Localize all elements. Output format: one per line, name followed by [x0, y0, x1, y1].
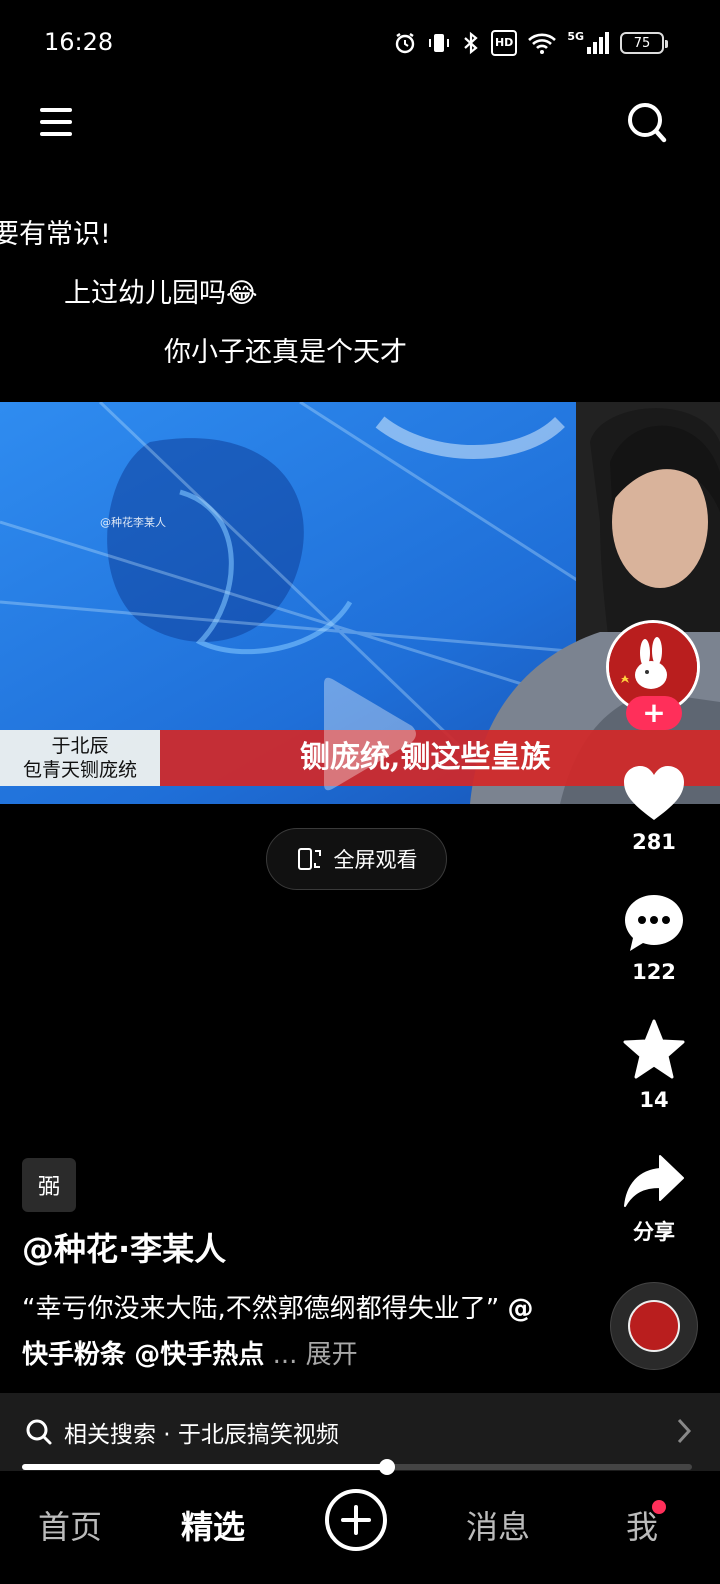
- music-cover-icon: [628, 1300, 680, 1352]
- description-text: “幸亏你没来大陆,不然郭德纲都得失业了”: [22, 1294, 500, 1324]
- caption-line: 包青天铡庞统: [22, 759, 137, 781]
- related-search-bar[interactable]: 相关搜索 · 于北辰搞笑视频: [0, 1393, 720, 1471]
- nav-home[interactable]: 首页: [38, 1502, 102, 1548]
- star-icon: [623, 1019, 685, 1079]
- mention-link[interactable]: @快手热点: [134, 1340, 264, 1370]
- chevron-right-icon: [677, 1418, 692, 1444]
- progress-fill: [22, 1464, 388, 1470]
- favorite-count: 14: [639, 1088, 669, 1112]
- search-icon: [26, 1419, 52, 1445]
- follow-button[interactable]: +: [626, 696, 682, 730]
- bluetooth-icon: [461, 30, 481, 56]
- hd-badge: HD: [490, 30, 518, 56]
- status-icons: HD 5G 75: [393, 30, 668, 56]
- like-button[interactable]: 281: [614, 764, 694, 854]
- alarm-icon: [393, 30, 417, 56]
- comment-icon: [625, 895, 683, 951]
- progress-knob[interactable]: [379, 1459, 396, 1475]
- menu-button[interactable]: [38, 104, 76, 140]
- video-watermark: @种花李某人: [100, 516, 166, 529]
- comment-button[interactable]: 122: [614, 892, 694, 984]
- playback-progress[interactable]: [22, 1459, 692, 1475]
- ellipsis: ...: [272, 1340, 298, 1370]
- video-caption-name: 于北辰 包青天铡庞统: [0, 730, 160, 786]
- signal-icon: 5G: [567, 30, 610, 56]
- search-button[interactable]: [626, 100, 668, 144]
- danmaku-comment: 要有常识!: [0, 219, 111, 250]
- heart-icon: [624, 766, 684, 820]
- vibrate-icon: [427, 30, 451, 56]
- network-type-label: 5G: [567, 30, 584, 43]
- plus-icon: [341, 1505, 371, 1535]
- expand-link[interactable]: 展开: [306, 1340, 358, 1370]
- like-count: 281: [632, 830, 676, 854]
- bottom-nav: 首页 精选 消息 我: [0, 1480, 720, 1584]
- nav-messages[interactable]: 消息: [466, 1502, 530, 1548]
- tag-badge[interactable]: 弼: [22, 1158, 76, 1212]
- fullscreen-icon: [297, 848, 321, 870]
- music-disc[interactable]: [610, 1282, 698, 1370]
- fullscreen-button[interactable]: 全屏观看: [266, 828, 447, 890]
- comment-count: 122: [632, 960, 676, 984]
- create-button[interactable]: [325, 1489, 387, 1551]
- fullscreen-label: 全屏观看: [333, 848, 418, 872]
- share-label: 分享: [633, 1220, 675, 1244]
- caption-line: 于北辰: [51, 735, 109, 757]
- related-search-label: 相关搜索 · 于北辰搞笑视频: [64, 1422, 339, 1448]
- status-time: 16:28: [44, 28, 114, 56]
- favorite-button[interactable]: 14: [614, 1018, 694, 1112]
- nav-featured[interactable]: 精选: [181, 1502, 245, 1548]
- post-description[interactable]: “幸亏你没来大陆,不然郭德纲都得失业了” @快手粉条 @快手热点 ... 展开: [22, 1286, 542, 1378]
- share-button[interactable]: 分享: [614, 1152, 694, 1246]
- notification-dot: [652, 1500, 666, 1514]
- search-icon: [628, 103, 667, 143]
- status-bar: 16:28 HD 5G 75: [0, 0, 720, 88]
- video-player[interactable]: @种花李某人 于北辰 包青天铡庞统 铡庞统,铡这些皇族: [0, 402, 720, 804]
- danmaku-comment: 你小子还真是个天才: [164, 337, 407, 368]
- battery-indicator: 75: [620, 32, 668, 54]
- author-name[interactable]: @种花·李某人: [22, 1224, 226, 1270]
- play-icon[interactable]: [314, 674, 418, 794]
- wifi-icon: [527, 30, 557, 56]
- share-icon: [624, 1155, 684, 1207]
- danmaku-comment: 上过幼儿园吗😂: [64, 278, 258, 309]
